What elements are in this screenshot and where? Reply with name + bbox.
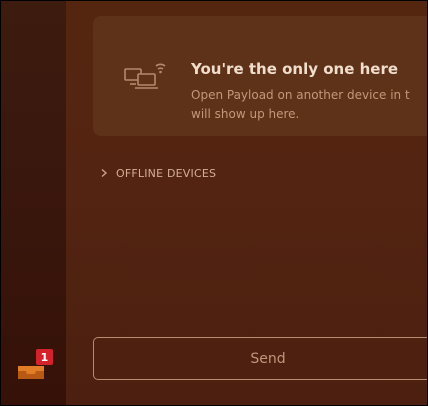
empty-state-card: You're the only one here Open Payload on… bbox=[93, 16, 427, 136]
chevron-right-icon bbox=[101, 168, 108, 178]
notification-badge: 1 bbox=[36, 349, 53, 365]
empty-state-subtitle-line2: will show up here. bbox=[191, 107, 300, 121]
empty-state-subtitle: Open Payload on another device in t will… bbox=[191, 86, 410, 124]
sidebar: 1 bbox=[1, 1, 66, 405]
devices-wifi-icon bbox=[124, 63, 166, 89]
offline-devices-label: OFFLINE DEVICES bbox=[116, 166, 217, 180]
empty-state-title: You're the only one here bbox=[191, 60, 399, 78]
app-window: 1 You're the only one here Open Payload … bbox=[0, 0, 428, 406]
offline-devices-toggle[interactable]: OFFLINE DEVICES bbox=[100, 165, 216, 181]
empty-state-subtitle-line1: Open Payload on another device in t bbox=[191, 88, 410, 102]
send-button[interactable]: Send bbox=[93, 337, 427, 380]
inbox-tray-icon bbox=[18, 366, 44, 379]
main-panel: You're the only one here Open Payload on… bbox=[66, 1, 427, 405]
